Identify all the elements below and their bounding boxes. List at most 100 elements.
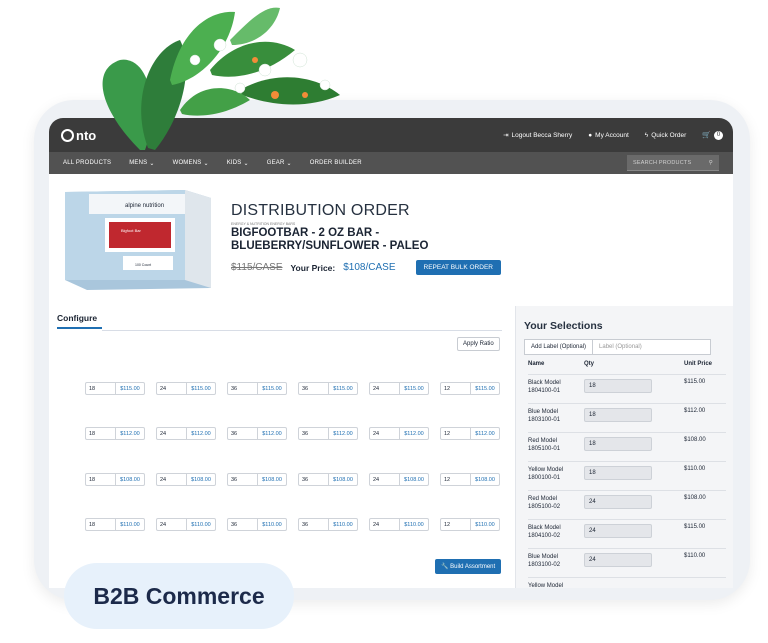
quantity-price-cell[interactable]: 12 $110.00 xyxy=(440,518,500,531)
unit-price: $112.00 xyxy=(333,430,353,437)
unit-price: $108.00 xyxy=(333,476,353,483)
quantity-price-cell[interactable]: 36 $110.00 xyxy=(298,518,358,531)
chevron-down-icon: ⌄ xyxy=(203,160,209,167)
selection-row: Blue Model 1803100-02 24 $110.00 xyxy=(528,548,726,577)
quantity-price-cell[interactable]: 36 $115.00 xyxy=(227,382,287,395)
quantity-price-cell[interactable]: 24 $112.00 xyxy=(156,427,216,440)
account-links: ⇥ Logout Becca Sherry ● My Account ϟ Quick … xyxy=(503,130,723,140)
add-label-button[interactable]: Add Label (Optional) xyxy=(524,339,594,355)
quantity-price-cell[interactable]: 12 $108.00 xyxy=(440,473,500,486)
quantity-price-cell[interactable]: 24 $110.00 xyxy=(369,518,429,531)
qty-input[interactable]: 18 xyxy=(584,437,652,451)
quantity-input[interactable]: 12 xyxy=(441,428,471,439)
my-account-link[interactable]: ● My Account xyxy=(588,132,629,139)
quantity-input[interactable]: 24 xyxy=(157,428,187,439)
unit-price: $115.00 xyxy=(120,385,140,392)
quantity-input[interactable]: 36 xyxy=(228,428,258,439)
model-sku: 1803100-02 xyxy=(528,562,561,568)
tab-divider xyxy=(102,330,502,331)
quantity-input[interactable]: 12 xyxy=(441,474,471,485)
quantity-input[interactable]: 36 xyxy=(299,519,329,530)
quantity-input[interactable]: 24 xyxy=(370,428,400,439)
model-sku: 1804100-02 xyxy=(528,533,561,539)
quantity-price-cell[interactable]: 18 $115.00 xyxy=(85,382,145,395)
quantity-input[interactable]: 24 xyxy=(370,474,400,485)
qty-input[interactable]: 18 xyxy=(584,408,652,422)
quantity-input[interactable]: 12 xyxy=(441,519,471,530)
search-icon: ⚲ xyxy=(708,159,713,166)
quantity-input[interactable]: 24 xyxy=(370,519,400,530)
quantity-price-cell[interactable]: 18 $110.00 xyxy=(85,518,145,531)
quantity-input[interactable]: 24 xyxy=(157,474,187,485)
cart-button[interactable]: 🛒 0 xyxy=(702,130,723,140)
apply-ratio-button[interactable]: Apply Ratio xyxy=(457,337,500,351)
qty-input[interactable]: 24 xyxy=(584,495,652,509)
nav-mens[interactable]: MENS ⌄ xyxy=(129,160,154,167)
quantity-price-cell[interactable]: 36 $108.00 xyxy=(298,473,358,486)
selection-unit-price: $108.00 xyxy=(684,495,706,501)
quantity-price-cell[interactable]: 36 $110.00 xyxy=(227,518,287,531)
qty-input[interactable]: 24 xyxy=(584,524,652,538)
selection-unit-price: $112.00 xyxy=(684,408,706,414)
qty-input[interactable]: 18 xyxy=(584,466,652,480)
quantity-input[interactable]: 12 xyxy=(441,383,471,394)
quantity-input[interactable]: 18 xyxy=(86,519,116,530)
quick-order-link[interactable]: ϟ Quick Order xyxy=(645,132,687,139)
selection-name: Blue Model 1803100-01 xyxy=(528,408,584,432)
model-name: Black Model xyxy=(528,525,561,531)
logout-link[interactable]: ⇥ Logout Becca Sherry xyxy=(503,131,572,140)
quantity-price-cell[interactable]: 12 $112.00 xyxy=(440,427,500,440)
cart-icon: 🛒 xyxy=(702,132,711,139)
nav-all-products[interactable]: ALL PRODUCTS xyxy=(63,160,111,166)
quantity-price-cell[interactable]: 24 $108.00 xyxy=(156,473,216,486)
nav-gear[interactable]: GEAR ⌄ xyxy=(267,160,292,167)
label-input[interactable]: Label (Optional) xyxy=(593,339,712,355)
quantity-price-cell[interactable]: 36 $112.00 xyxy=(298,427,358,440)
quantity-price-cell[interactable]: 18 $112.00 xyxy=(85,427,145,440)
nav-kids[interactable]: KIDS ⌄ xyxy=(227,160,249,167)
unit-price: $110.00 xyxy=(475,521,495,528)
svg-text:alpine nutrition: alpine nutrition xyxy=(125,203,164,209)
tab-configure[interactable]: Configure xyxy=(57,313,102,329)
quantity-price-cell[interactable]: 36 $108.00 xyxy=(227,473,287,486)
quantity-input[interactable]: 36 xyxy=(228,519,258,530)
quantity-price-cell[interactable]: 36 $115.00 xyxy=(298,382,358,395)
build-assortment-button[interactable]: 🔧 Build Assortment xyxy=(435,559,502,574)
repeat-bulk-order-button[interactable]: REPEAT BULK ORDER xyxy=(415,260,501,275)
quantity-input[interactable]: 24 xyxy=(157,383,187,394)
quantity-input[interactable]: 36 xyxy=(299,428,329,439)
unit-price: $108.00 xyxy=(475,476,495,483)
quantity-input[interactable]: 18 xyxy=(86,383,116,394)
label-row: Add Label (Optional) Label (Optional) xyxy=(524,339,712,355)
nav-womens[interactable]: WOMENS ⌄ xyxy=(173,160,209,167)
quantity-price-cell[interactable]: 36 $112.00 xyxy=(227,427,287,440)
model-name: Black Model xyxy=(528,380,561,386)
unit-price: $110.00 xyxy=(333,521,353,528)
unit-price: $115.00 xyxy=(262,385,282,392)
quantity-input[interactable]: 18 xyxy=(86,428,116,439)
quantity-input[interactable]: 36 xyxy=(228,474,258,485)
quantity-input[interactable]: 36 xyxy=(299,474,329,485)
quantity-input[interactable]: 24 xyxy=(370,383,400,394)
quantity-input[interactable]: 24 xyxy=(157,519,187,530)
quantity-price-cell[interactable]: 24 $115.00 xyxy=(156,382,216,395)
quantity-price-cell[interactable]: 24 $112.00 xyxy=(369,427,429,440)
quantity-price-cell[interactable]: 12 $115.00 xyxy=(440,382,500,395)
nav-order-builder[interactable]: ORDER BUILDER xyxy=(310,160,362,166)
model-name: Blue Model xyxy=(528,409,559,415)
unit-price: $108.00 xyxy=(262,476,282,483)
quantity-price-cell[interactable]: 24 $108.00 xyxy=(369,473,429,486)
quantity-input[interactable]: 18 xyxy=(86,474,116,485)
product-name: BIGFOOTBAR - 2 OZ BAR - BLUEBERRY/SUNFLO… xyxy=(231,227,429,252)
quantity-input[interactable]: 36 xyxy=(228,383,258,394)
selection-unit-price: $115.00 xyxy=(684,379,706,385)
search-input[interactable]: SEARCH PRODUCTS ⚲ xyxy=(627,155,719,171)
unit-price: $110.00 xyxy=(262,521,282,528)
qty-input[interactable]: 24 xyxy=(584,553,652,567)
qty-input[interactable]: 18 xyxy=(584,379,652,393)
quantity-price-cell[interactable]: 18 $108.00 xyxy=(85,473,145,486)
quantity-price-cell[interactable]: 24 $110.00 xyxy=(156,518,216,531)
quantity-input[interactable]: 36 xyxy=(299,383,329,394)
svg-text:Bigfoot Bar: Bigfoot Bar xyxy=(121,228,141,233)
quantity-price-cell[interactable]: 24 $115.00 xyxy=(369,382,429,395)
